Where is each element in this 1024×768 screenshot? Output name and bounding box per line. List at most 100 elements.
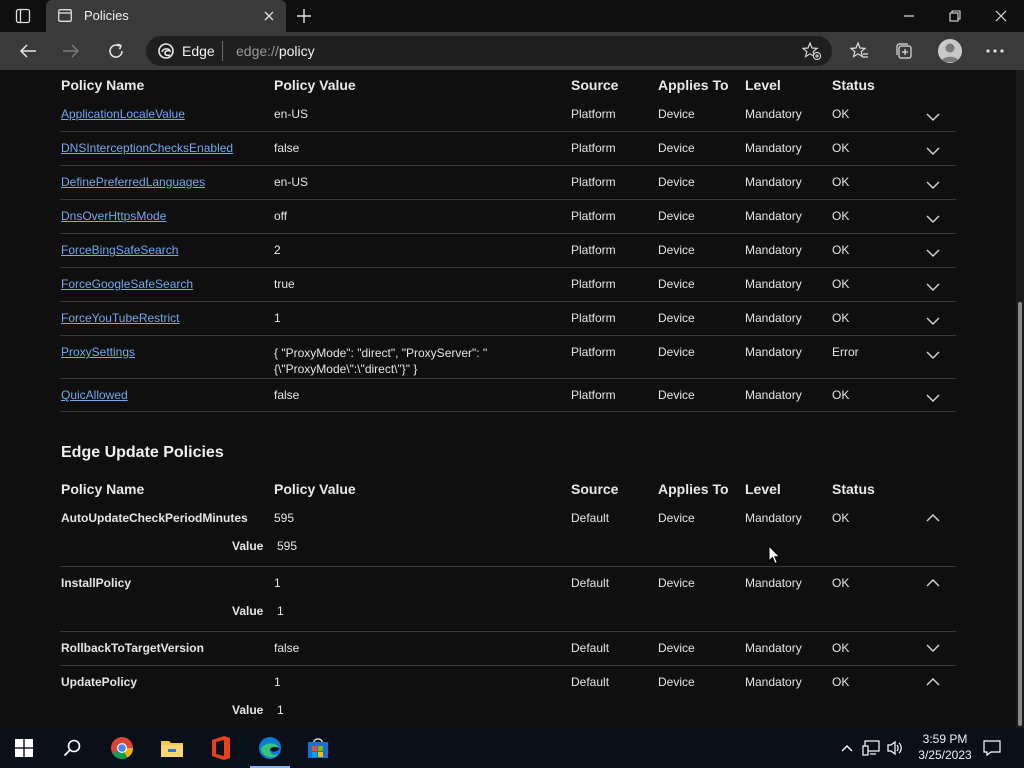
system-clock[interactable]: 3:59 PM 3/25/2023 xyxy=(908,731,982,763)
policy-level: Mandatory xyxy=(745,345,802,359)
minimize-icon[interactable] xyxy=(886,0,932,32)
policy-name-link[interactable]: QuicAllowed xyxy=(61,388,128,402)
edge-icon[interactable] xyxy=(246,728,294,768)
policy-level: Mandatory xyxy=(745,388,802,402)
header-level: Level xyxy=(745,481,781,497)
file-explorer-icon[interactable] xyxy=(148,728,196,768)
policy-level: Mandatory xyxy=(745,675,802,689)
policy-applies-to: Device xyxy=(658,141,695,155)
favorites-icon[interactable] xyxy=(848,40,870,62)
chevron-down-icon[interactable] xyxy=(926,392,940,402)
profile-avatar[interactable] xyxy=(938,39,962,63)
add-favorite-icon[interactable] xyxy=(801,41,822,61)
network-icon[interactable] xyxy=(860,728,882,768)
row-divider xyxy=(60,631,956,632)
policy-name: UpdatePolicy xyxy=(61,675,138,689)
policy-source: Platform xyxy=(571,311,616,325)
forward-icon[interactable] xyxy=(58,38,84,64)
address-url: edge://policy xyxy=(236,43,315,59)
row-divider xyxy=(60,411,956,412)
policy-page: Policy Name Policy Value Source Applies … xyxy=(0,70,1016,728)
store-icon[interactable] xyxy=(294,728,342,768)
policy-source: Platform xyxy=(571,141,616,155)
volume-icon[interactable] xyxy=(884,728,906,768)
address-divider xyxy=(222,41,223,61)
policy-name-link[interactable]: DNSInterceptionChecksEnabled xyxy=(61,141,233,155)
policy-value: 595 xyxy=(274,511,295,525)
policy-value: false xyxy=(274,388,300,402)
scrollbar-thumb[interactable] xyxy=(1018,302,1022,726)
policy-level: Mandatory xyxy=(745,277,802,291)
policy-status: OK xyxy=(832,311,850,325)
page-scrollbar[interactable] xyxy=(1016,70,1024,728)
show-hidden-icons-icon[interactable] xyxy=(838,728,856,768)
restore-icon[interactable] xyxy=(932,0,978,32)
policy-applies-to: Device xyxy=(658,641,695,655)
chevron-down-icon[interactable] xyxy=(926,213,940,223)
policy-value: 1 xyxy=(274,576,281,590)
browser-toolbar: Edge edge://policy xyxy=(0,32,1024,70)
policy-name: AutoUpdateCheckPeriodMinutes xyxy=(61,511,248,525)
policy-name-link[interactable]: DefinePreferredLanguages xyxy=(61,175,205,189)
taskbar: 3:59 PM 3/25/2023 xyxy=(0,728,1024,768)
chevron-up-icon[interactable] xyxy=(926,577,940,587)
policy-applies-to: Device xyxy=(658,209,695,223)
start-icon[interactable] xyxy=(0,728,48,768)
chevron-up-icon[interactable] xyxy=(926,676,940,686)
tab-policies[interactable]: Policies xyxy=(46,0,286,32)
value-detail-label: Value xyxy=(232,539,264,553)
header-applies-to: Applies To xyxy=(658,481,729,497)
policy-status: OK xyxy=(832,141,850,155)
chevron-up-icon[interactable] xyxy=(926,512,940,522)
more-options-icon[interactable] xyxy=(984,40,1006,62)
policy-level: Mandatory xyxy=(745,175,802,189)
chevron-down-icon[interactable] xyxy=(926,315,940,325)
search-icon[interactable] xyxy=(48,728,96,768)
chrome-icon[interactable] xyxy=(98,728,146,768)
policy-name-link[interactable]: ForceBingSafeSearch xyxy=(61,243,178,257)
row-divider xyxy=(60,131,956,132)
back-icon[interactable] xyxy=(15,38,41,64)
policy-value: false xyxy=(274,141,300,155)
header-status: Status xyxy=(832,481,875,497)
policy-value: true xyxy=(274,277,295,291)
title-bar: Policies xyxy=(0,0,1024,32)
chevron-down-icon[interactable] xyxy=(926,642,940,652)
policy-source: Default xyxy=(571,641,610,655)
policy-value: en-US xyxy=(274,107,309,121)
row-divider xyxy=(60,566,956,567)
workspaces-icon[interactable] xyxy=(10,6,36,26)
chevron-down-icon[interactable] xyxy=(926,349,940,359)
mouse-cursor xyxy=(768,544,782,565)
policy-name-link[interactable]: ForceYouTubeRestrict xyxy=(61,311,180,325)
collections-icon[interactable] xyxy=(893,40,915,62)
value-detail-label: Value xyxy=(232,703,264,717)
refresh-icon[interactable] xyxy=(103,38,129,64)
new-tab-icon[interactable] xyxy=(294,7,314,25)
office-icon[interactable] xyxy=(197,728,245,768)
row-divider xyxy=(60,165,956,166)
policy-name-link[interactable]: ForceGoogleSafeSearch xyxy=(61,277,193,291)
policy-source: Default xyxy=(571,511,610,525)
chevron-down-icon[interactable] xyxy=(926,179,940,189)
row-divider xyxy=(60,233,956,234)
policy-status: OK xyxy=(832,641,850,655)
policy-source: Platform xyxy=(571,209,616,223)
policy-source: Platform xyxy=(571,175,616,189)
close-window-icon[interactable] xyxy=(978,0,1024,32)
header-status: Status xyxy=(832,77,875,93)
policy-name-link[interactable]: ProxySettings xyxy=(61,345,135,359)
policy-applies-to: Device xyxy=(658,675,695,689)
close-tab-icon[interactable] xyxy=(262,9,276,23)
chevron-down-icon[interactable] xyxy=(926,111,940,121)
policy-value: 1 xyxy=(274,675,281,689)
chevron-down-icon[interactable] xyxy=(926,247,940,257)
policy-name-link[interactable]: DnsOverHttpsMode xyxy=(61,209,166,223)
notifications-icon[interactable] xyxy=(980,728,1004,768)
policy-name-link[interactable]: ApplicationLocaleValue xyxy=(61,107,185,121)
chevron-down-icon[interactable] xyxy=(926,281,940,291)
address-bar[interactable]: Edge edge://policy xyxy=(146,36,832,66)
policy-level: Mandatory xyxy=(745,209,802,223)
chevron-down-icon[interactable] xyxy=(926,145,940,155)
value-detail-value: 1 xyxy=(277,604,284,618)
